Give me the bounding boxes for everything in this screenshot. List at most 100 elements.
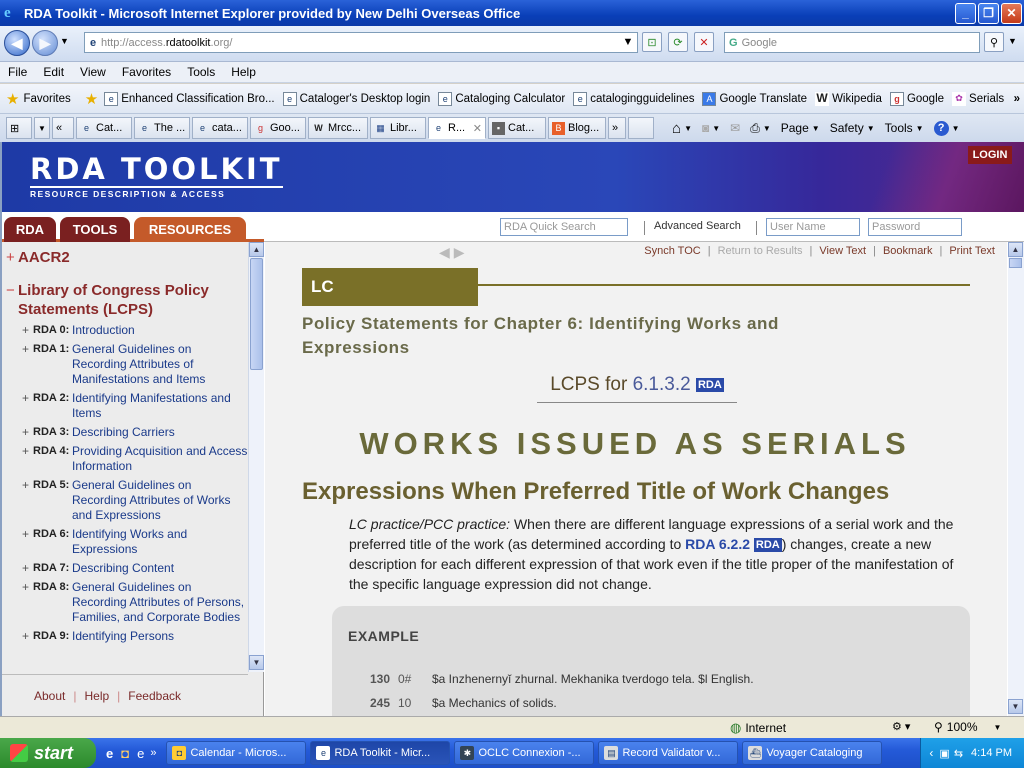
tab-2[interactable]: e cata... bbox=[192, 117, 248, 139]
history-dropdown-icon[interactable]: ▼ bbox=[60, 36, 69, 46]
tab-6-active[interactable]: e R... ✕ bbox=[428, 117, 486, 139]
fav-link-catalogingguidelines[interactable]: e catalogingguidelines bbox=[573, 91, 694, 106]
tab-scroll-left-button[interactable]: « bbox=[52, 117, 74, 139]
expand-icon[interactable]: + bbox=[22, 629, 29, 644]
minimize-button[interactable]: _ bbox=[955, 2, 976, 24]
new-tab-button[interactable] bbox=[628, 117, 654, 139]
rda-link-badge[interactable]: RDA bbox=[753, 538, 782, 553]
menu-view[interactable]: View bbox=[72, 65, 114, 79]
task-record-validator[interactable]: ▤ Record Validator v... bbox=[598, 741, 739, 765]
expand-icon[interactable]: + bbox=[22, 580, 29, 595]
search-options-icon[interactable]: ▼ bbox=[1008, 36, 1017, 46]
safety-menu[interactable]: Safety ▼ bbox=[830, 121, 875, 135]
quicklaunch-overflow-icon[interactable]: » bbox=[150, 747, 156, 759]
lcps-number[interactable]: 6.1.3.2 bbox=[633, 374, 691, 395]
page-menu[interactable]: Page ▼ bbox=[781, 121, 820, 135]
tab-5[interactable]: ▦ Libr... bbox=[370, 117, 426, 139]
username-field[interactable]: User Name bbox=[766, 218, 860, 236]
back-button[interactable]: ◀ bbox=[4, 30, 30, 56]
rda-toolkit-logo[interactable]: RDA TOOLKIT RESOURCE DESCRIPTION & ACCES… bbox=[30, 154, 283, 199]
expand-icon[interactable]: + bbox=[22, 425, 29, 440]
toc-rda-6[interactable]: + RDA 6: Identifying Works and Expressions bbox=[6, 527, 248, 557]
quick-tabs-button[interactable]: ⊞ bbox=[6, 117, 32, 139]
expand-icon[interactable]: + bbox=[22, 342, 29, 357]
tab-1[interactable]: e The ... bbox=[134, 117, 190, 139]
tab-4[interactable]: W Mrcc... bbox=[308, 117, 368, 139]
print-button[interactable]: ⎙ ▼ bbox=[750, 121, 771, 136]
feedback-link[interactable]: Feedback bbox=[128, 689, 181, 703]
tab-3[interactable]: g Goo... bbox=[250, 117, 306, 139]
forward-button[interactable]: ▶ bbox=[32, 30, 58, 56]
tab-tools[interactable]: TOOLS bbox=[60, 217, 130, 242]
fav-link-serials[interactable]: ✿ Serials bbox=[952, 91, 1004, 106]
advanced-search-link[interactable]: Advanced Search bbox=[654, 220, 741, 232]
toc-lcps[interactable]: − Library of Congress Policy Statements (… bbox=[6, 281, 248, 319]
collapse-icon[interactable]: − bbox=[6, 281, 15, 300]
menu-file[interactable]: File bbox=[0, 65, 35, 79]
expand-icon[interactable]: + bbox=[22, 478, 29, 493]
quicklaunch-ie-icon[interactable]: e bbox=[106, 746, 113, 761]
zoom-control[interactable]: ⚲ 100% ▼ bbox=[934, 720, 1001, 734]
expand-icon[interactable]: + bbox=[22, 527, 29, 542]
task-oclc-connexion[interactable]: ✱ OCLC Connexion -... bbox=[454, 741, 595, 765]
mail-button[interactable]: ✉ bbox=[730, 121, 740, 135]
menu-tools[interactable]: Tools bbox=[179, 65, 223, 79]
address-field[interactable]: e http://access. rdatoolkit .org/ bbox=[84, 32, 638, 53]
add-favorite-icon[interactable]: ★ bbox=[85, 90, 98, 108]
toc-aacr2[interactable]: + AACR2 bbox=[6, 248, 248, 267]
scroll-up-icon[interactable]: ▲ bbox=[249, 242, 264, 257]
compatibility-icon[interactable]: ⊡ bbox=[642, 32, 662, 52]
menu-favorites[interactable]: Favorites bbox=[114, 65, 179, 79]
toc-rda-0[interactable]: + RDA 0: Introduction bbox=[6, 323, 248, 338]
help-link[interactable]: Help bbox=[84, 689, 109, 703]
tab-rda[interactable]: RDA bbox=[4, 217, 56, 242]
close-button[interactable]: ✕ bbox=[1001, 2, 1022, 24]
tab-8[interactable]: B Blog... bbox=[548, 117, 606, 139]
login-button[interactable]: LOGIN bbox=[968, 146, 1012, 164]
refresh-icon[interactable]: ⟳ bbox=[668, 32, 688, 52]
home-button[interactable]: ⌂ ▼ bbox=[672, 120, 692, 137]
fav-link-wikipedia[interactable]: W Wikipedia bbox=[815, 91, 882, 106]
scroll-down-icon[interactable]: ▼ bbox=[1008, 699, 1023, 714]
scroll-up-icon[interactable]: ▲ bbox=[1008, 242, 1023, 257]
stop-icon[interactable]: ✕ bbox=[694, 32, 714, 52]
tray-network-icon[interactable]: ⇆ bbox=[954, 747, 963, 760]
fav-link-google[interactable]: g Google bbox=[889, 91, 944, 106]
toc-scrollbar[interactable]: ▲ ▼ bbox=[248, 242, 264, 672]
expand-icon[interactable]: + bbox=[22, 391, 29, 406]
fav-link-catalogers-desktop[interactable]: e Cataloger's Desktop login bbox=[282, 91, 430, 106]
task-voyager-cataloging[interactable]: ⛴ Voyager Cataloging bbox=[742, 741, 883, 765]
fav-link-cataloging-calculator[interactable]: e Cataloging Calculator bbox=[438, 91, 565, 106]
rda-link-badge[interactable]: RDA bbox=[695, 377, 724, 392]
tab-resources[interactable]: RESOURCES bbox=[134, 217, 246, 242]
tray-expand-icon[interactable]: ‹ bbox=[929, 746, 933, 760]
expand-icon[interactable]: + bbox=[22, 323, 29, 338]
maximize-button[interactable]: ❐ bbox=[978, 2, 999, 24]
menu-help[interactable]: Help bbox=[223, 65, 264, 79]
tray-monitor-icon[interactable]: ▣ bbox=[939, 747, 949, 760]
about-link[interactable]: About bbox=[34, 689, 65, 703]
rda-6-2-2-link[interactable]: RDA 6.2.2 bbox=[685, 536, 750, 552]
start-button[interactable]: start bbox=[0, 738, 96, 768]
tab-7[interactable]: ▪ Cat... bbox=[488, 117, 546, 139]
quicklaunch-outlook-icon[interactable]: ◘ bbox=[121, 746, 129, 761]
quick-search-input[interactable]: RDA Quick Search bbox=[500, 218, 628, 236]
favorites-overflow-icon[interactable]: » bbox=[1014, 93, 1020, 105]
expand-icon[interactable]: + bbox=[22, 444, 29, 459]
toc-rda-5[interactable]: + RDA 5: General Guidelines on Recording A… bbox=[6, 478, 248, 523]
search-go-icon[interactable]: ⚲ bbox=[984, 32, 1004, 52]
scroll-thumb[interactable] bbox=[1009, 258, 1022, 268]
view-text-link[interactable]: View Text bbox=[819, 245, 866, 257]
toc-rda-8[interactable]: + RDA 8: General Guidelines on Recording A… bbox=[6, 580, 248, 625]
task-calendar[interactable]: ◘ Calendar - Micros... bbox=[166, 741, 307, 765]
expand-icon[interactable]: + bbox=[22, 561, 29, 576]
tab-list-button[interactable]: ▼ bbox=[34, 117, 50, 139]
scroll-thumb[interactable] bbox=[250, 258, 263, 370]
print-text-link[interactable]: Print Text bbox=[949, 245, 995, 257]
synch-toc-link[interactable]: Synch TOC bbox=[644, 245, 700, 257]
search-box[interactable]: G Google bbox=[724, 32, 980, 53]
quicklaunch-ie2-icon[interactable]: e bbox=[137, 746, 144, 761]
scroll-down-icon[interactable]: ▼ bbox=[249, 655, 264, 670]
document-scrollbar[interactable]: ▲ ▼ bbox=[1008, 242, 1024, 716]
toc-rda-3[interactable]: + RDA 3: Describing Carriers bbox=[6, 425, 248, 440]
